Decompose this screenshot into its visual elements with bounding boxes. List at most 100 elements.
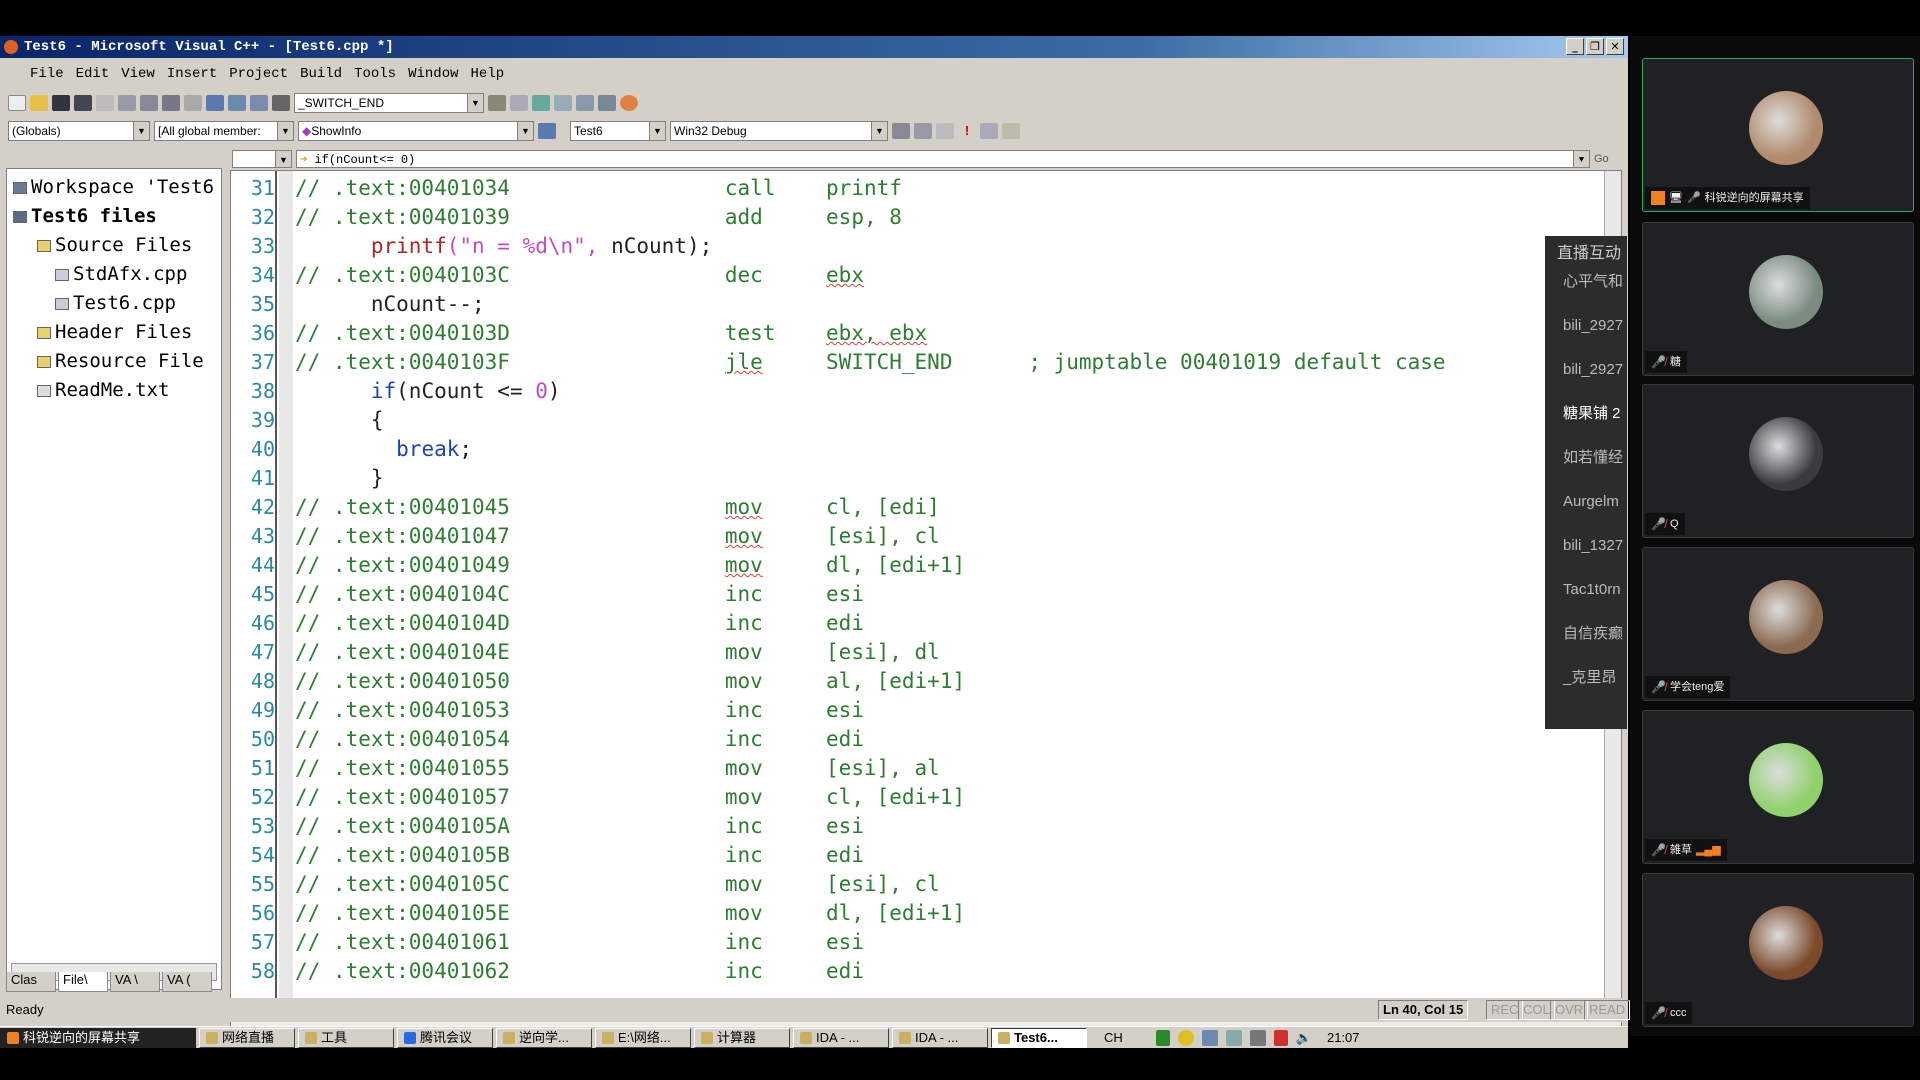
menu-window[interactable]: Window <box>408 66 458 82</box>
stop-build-icon[interactable] <box>936 123 954 139</box>
function-combo[interactable]: ◆ShowInfo ▼ <box>298 121 534 141</box>
code-line: // .text:00401053 inc esi <box>295 698 864 722</box>
code-editor[interactable]: 31 32 33 34 35 36 37 38 39 40 41 42 43 44 45 46 47 48 49 50… <box>230 170 1622 1032</box>
tree-item[interactable]: Source Files <box>13 231 221 260</box>
go-icon[interactable] <box>980 123 998 139</box>
debug-tool-icon[interactable] <box>554 95 572 111</box>
chevron-down-icon[interactable]: ▼ <box>275 151 291 167</box>
save-icon[interactable] <box>52 95 70 111</box>
nav-combo[interactable]: ▼ <box>232 150 292 168</box>
close-button[interactable]: ✕ <box>1606 38 1624 55</box>
menu-help[interactable]: Help <box>471 66 505 82</box>
sync-tray-icon[interactable] <box>1177 1029 1194 1046</box>
tree-item[interactable]: Workspace 'Test6 <box>13 173 221 202</box>
config-combo[interactable]: Win32 Debug ▼ <box>670 121 888 141</box>
code-line: // .text:00401047 mov [esi], cl <box>295 524 940 548</box>
minimize-button[interactable]: _ <box>1566 38 1584 55</box>
taskbar-item[interactable]: IDA - ... <box>793 1027 889 1048</box>
participant-tile[interactable]: 🎤̸ Q <box>1642 384 1914 538</box>
find-icon[interactable] <box>488 95 506 111</box>
chevron-down-icon[interactable]: ▼ <box>133 122 149 140</box>
security-tray-icon[interactable] <box>1155 1029 1170 1046</box>
chevron-down-icon[interactable]: ▼ <box>277 122 293 140</box>
menu-file[interactable]: File <box>30 66 64 82</box>
taskbar-item[interactable]: 科锐逆向的屏幕共享 <box>0 1027 196 1048</box>
workspace-toggle-icon[interactable] <box>206 95 224 111</box>
project-combo[interactable]: Test6 ▼ <box>570 121 666 141</box>
taskbar-item[interactable]: 腾讯会议 <box>397 1027 493 1048</box>
code-token: ; <box>459 437 473 461</box>
display-tray-icon[interactable] <box>1201 1029 1218 1046</box>
participant-tile[interactable]: 🎤̸ 雑草 ▂▄▆ <box>1642 710 1914 864</box>
taskbar-item[interactable]: E:\网络... <box>595 1027 691 1048</box>
members-combo[interactable]: [All global member: ▼ <box>154 121 294 141</box>
new-file-icon[interactable] <box>8 95 26 111</box>
tree-item-label: Header Files <box>55 321 193 343</box>
location-value: if(nCount<= 0) <box>314 153 416 167</box>
language-indicator[interactable]: CH <box>1104 1030 1123 1045</box>
go-button[interactable]: Go <box>1594 153 1624 165</box>
asm-mnemonic: add <box>724 205 763 229</box>
undo-icon[interactable] <box>162 95 180 111</box>
workspace-tab[interactable]: VA ( <box>162 972 212 992</box>
participant-tile[interactable]: 🎤̸ 糖 <box>1642 222 1914 376</box>
tree-item[interactable]: StdAfx.cpp <box>13 260 221 289</box>
wizard-action-icon[interactable] <box>538 123 556 139</box>
taskbar-item[interactable]: 逆向学... <box>496 1027 592 1048</box>
va-icon[interactable] <box>620 95 638 111</box>
window-list-icon[interactable] <box>250 95 268 111</box>
copy-icon[interactable] <box>118 95 136 111</box>
taskbar-item[interactable]: IDA - ... <box>892 1027 988 1048</box>
taskbar-item[interactable]: Test6... <box>991 1027 1087 1048</box>
chevron-down-icon[interactable]: ▼ <box>1573 151 1589 167</box>
workspace-tab[interactable]: VA \ <box>110 972 160 992</box>
tree-item[interactable]: Test6.cpp <box>13 289 221 318</box>
participant-name: 学会teng爱 <box>1669 681 1725 693</box>
participant-tile[interactable]: 🎤̸ ccc <box>1642 873 1914 1027</box>
taskbar-item[interactable]: 网络直播 <box>199 1027 295 1048</box>
error-tray-icon[interactable] <box>1273 1029 1288 1046</box>
chevron-down-icon[interactable]: ▼ <box>517 122 533 140</box>
paste-icon[interactable] <box>140 95 158 111</box>
workspace-tab[interactable]: File\ <box>58 972 108 992</box>
volume-icon[interactable]: 🔈 <box>1296 1030 1312 1046</box>
open-icon[interactable] <box>30 95 48 111</box>
menu-view[interactable]: View <box>121 66 155 82</box>
debug-tool-icon[interactable] <box>598 95 616 111</box>
tree-item[interactable]: Test6 files <box>13 202 221 231</box>
chevron-down-icon[interactable]: ▼ <box>649 122 665 140</box>
find-combo[interactable]: _SWITCH_END ▼ <box>294 93 484 113</box>
taskbar-item[interactable]: 计算器 <box>694 1027 790 1048</box>
menu-build[interactable]: Build <box>300 66 342 82</box>
debug-tool-icon[interactable] <box>576 95 594 111</box>
participant-tile[interactable]: 🎤̸ 学会teng爱 <box>1642 547 1914 701</box>
redo-icon[interactable] <box>184 95 202 111</box>
output-toggle-icon[interactable] <box>228 95 246 111</box>
workspace-tab[interactable]: Clas <box>6 972 56 992</box>
save-all-icon[interactable] <box>74 95 92 111</box>
taskbar-item[interactable]: 工具 <box>298 1027 394 1048</box>
debug-tool-icon[interactable] <box>532 95 550 111</box>
registers-icon[interactable] <box>510 95 528 111</box>
menu-project[interactable]: Project <box>229 66 288 82</box>
location-combo[interactable]: ➜ if(nCount<= 0) ▼ <box>296 150 1590 168</box>
chevron-down-icon[interactable]: ▼ <box>871 122 887 140</box>
device-tray-icon[interactable] <box>1249 1029 1266 1046</box>
build-icon[interactable] <box>914 123 932 139</box>
participant-tile[interactable]: 🖥 🎤 科锐逆向的屏幕共享 <box>1642 58 1914 212</box>
network-tray-icon[interactable] <box>1225 1029 1242 1046</box>
tree-item[interactable]: Header Files <box>13 318 221 347</box>
restore-button[interactable]: ❐ <box>1586 38 1604 55</box>
cut-icon[interactable] <box>96 95 114 111</box>
breakpoint-hand-icon[interactable] <box>1002 123 1020 139</box>
scope-combo[interactable]: (Globals) ▼ <box>8 121 150 141</box>
execute-icon[interactable]: ! <box>958 123 976 139</box>
tree-item[interactable]: Resource File <box>13 347 221 376</box>
compile-icon[interactable] <box>892 123 910 139</box>
menu-insert[interactable]: Insert <box>167 66 217 82</box>
menu-edit[interactable]: Edit <box>76 66 110 82</box>
tree-item[interactable]: ReadMe.txt <box>13 376 221 405</box>
menu-tools[interactable]: Tools <box>354 66 396 82</box>
chevron-down-icon[interactable]: ▼ <box>467 94 483 112</box>
find-in-files-icon[interactable] <box>272 95 290 111</box>
